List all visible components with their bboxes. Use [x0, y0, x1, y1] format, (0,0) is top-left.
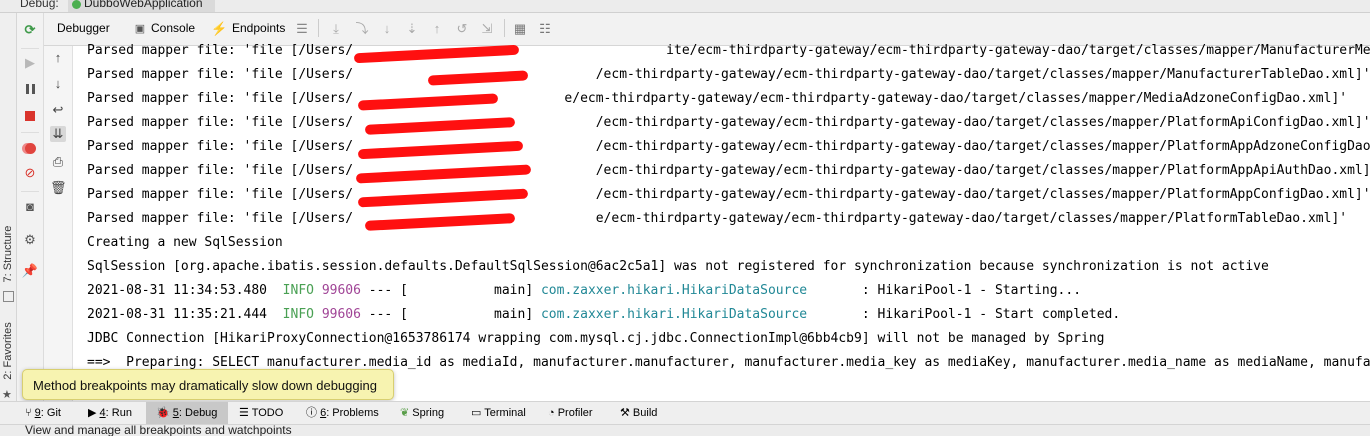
star-icon: ★: [2, 389, 12, 401]
debug-tool-button[interactable]: 🐞 5: Debug: [146, 402, 228, 424]
log-message: : HikariPool-1 - Starting...: [861, 283, 1082, 298]
scroll-to-end-icon[interactable]: ⇊: [50, 126, 66, 142]
resume-icon[interactable]: ▶: [22, 55, 38, 71]
step-out-icon[interactable]: ↑: [429, 21, 445, 37]
log-pid: 99606: [321, 283, 361, 298]
settings-icon[interactable]: ⚙: [22, 232, 38, 248]
console-line: Creating a new SqlSession: [87, 235, 283, 250]
tab-debugger[interactable]: Debugger: [57, 21, 110, 35]
endpoints-icon: ⚡: [211, 21, 228, 36]
log-timestamp: 2021-08-31 11:34:53.480: [87, 283, 268, 298]
log-level: INFO: [282, 283, 314, 298]
stop-icon[interactable]: [22, 108, 38, 124]
terminal-icon: ▭: [471, 407, 485, 419]
mute-breakpoints-icon[interactable]: ⊘: [22, 165, 38, 181]
run-config-tab-label: DubboWebApplication: [84, 0, 203, 10]
console-line: Parsed mapper file: 'file [/Users/ ite/e…: [87, 43, 1370, 58]
log-timestamp: 2021-08-31 11:35:21.444: [87, 307, 268, 322]
force-step-into-icon[interactable]: ⇣: [404, 21, 420, 37]
soft-wrap-icon[interactable]: ↩: [50, 102, 66, 118]
console-line: ==> Preparing: SELECT manufacturer.media…: [87, 355, 1370, 370]
console-output[interactable]: Parsed mapper file: 'file [/Users/ ite/e…: [73, 37, 1370, 400]
log-level: INFO: [282, 307, 314, 322]
pause-icon[interactable]: [22, 81, 38, 97]
step-into-icon[interactable]: ↓: [379, 21, 395, 37]
favorites-tool-tab[interactable]: 2: Favorites: [2, 321, 14, 381]
log-line: 2021-08-31 11:34:53.480 INFO 99606 --- […: [87, 283, 1081, 298]
build-tool-button[interactable]: ⚒ Build: [620, 402, 657, 424]
left-tool-stripe: 7: Structure 2: Favorites ★: [0, 13, 17, 401]
print-icon[interactable]: ⎙: [50, 154, 66, 170]
todo-icon: ☰: [239, 407, 252, 419]
log-pid: 99606: [321, 307, 361, 322]
profiler-tool-button[interactable]: ◔ Profiler: [548, 402, 593, 424]
scroll-up-icon[interactable]: ↑: [50, 50, 66, 66]
status-bar: View and manage all breakpoints and watc…: [0, 424, 1370, 436]
log-class-link[interactable]: com.zaxxer.hikari.HikariDataSource: [541, 307, 807, 322]
log-line: 2021-08-31 11:35:21.444 INFO 99606 --- […: [87, 307, 1120, 322]
bug-icon: 🐞: [156, 407, 173, 419]
run-to-cursor-icon[interactable]: ⇲: [479, 21, 495, 37]
console-line: Parsed mapper file: 'file [/Users/ e/ecm…: [87, 91, 1348, 106]
run-tool-button[interactable]: ▶ 4: Run: [88, 402, 132, 424]
trace-icon[interactable]: ☷: [537, 21, 553, 37]
pin-icon[interactable]: 📌: [22, 263, 38, 279]
debug-label: Debug:: [20, 0, 59, 10]
log-thread: --- [ main]: [368, 307, 534, 322]
tab-console[interactable]: Console: [151, 21, 195, 35]
scroll-down-icon[interactable]: ↓: [50, 76, 66, 92]
menu-icon[interactable]: ☰: [294, 21, 310, 37]
console-line: Parsed mapper file: 'file [/Users/ /ecm-…: [87, 187, 1370, 202]
run-config-tab[interactable]: DubboWebApplication: [68, 0, 215, 12]
log-class-link[interactable]: com.zaxxer.hikari.HikariDataSource: [541, 283, 807, 298]
view-breakpoints-icon[interactable]: [22, 140, 38, 156]
problems-icon: ⓘ: [306, 407, 321, 419]
console-line: Parsed mapper file: 'file [/Users/ /ecm-…: [87, 115, 1370, 130]
console-gutter: ↑ ↓ ↩ ⇊ ⎙ 🗑: [44, 46, 73, 401]
drop-frame-icon[interactable]: ↺: [454, 21, 470, 37]
console-line: Parsed mapper file: 'file [/Users/ /ecm-…: [87, 163, 1370, 178]
spring-tool-button[interactable]: ❦ Spring: [400, 402, 444, 424]
git-tool-button[interactable]: ⑂ 9: Git: [25, 402, 61, 424]
evaluate-expression-icon[interactable]: ▦: [512, 21, 528, 37]
breakpoint-warning-tooltip: Method breakpoints may dramatically slow…: [22, 369, 394, 400]
console-line: SqlSession [org.apache.ibatis.session.de…: [87, 259, 1269, 274]
clear-all-icon[interactable]: 🗑: [50, 180, 67, 196]
profiler-icon: ◔: [548, 407, 558, 419]
structure-icon: [3, 291, 14, 302]
run-icon: ▶: [88, 407, 100, 419]
git-icon: ⑂: [25, 407, 35, 419]
console-line: JDBC Connection [HikariProxyConnection@1…: [87, 331, 1105, 346]
tab-endpoints[interactable]: Endpoints: [232, 21, 285, 35]
tool-window-bar: ⑂ 9: Git ▶ 4: Run 🐞 5: Debug ☰ TODO ⓘ 6:…: [0, 401, 1370, 424]
show-execution-point-icon[interactable]: ⤓: [328, 21, 344, 37]
camera-icon[interactable]: ◙: [22, 199, 38, 215]
spring-icon: ❦: [400, 407, 413, 419]
spring-boot-icon: [72, 0, 81, 9]
debug-title-bar: Debug: DubboWebApplication: [0, 0, 1370, 13]
console-line: Parsed mapper file: 'file [/Users/ e/ecm…: [87, 211, 1348, 226]
todo-tool-button[interactable]: ☰ TODO: [239, 402, 283, 424]
console-line: Parsed mapper file: 'file [/Users/ /ecm-…: [87, 67, 1370, 82]
build-icon: ⚒: [620, 407, 633, 419]
log-thread: --- [ main]: [368, 283, 534, 298]
log-message: : HikariPool-1 - Start completed.: [861, 307, 1121, 322]
structure-tool-tab[interactable]: 7: Structure: [2, 224, 14, 284]
terminal-tool-button[interactable]: ▭ Terminal: [471, 402, 526, 424]
rerun-icon[interactable]: ⟳: [22, 22, 38, 38]
status-text: View and manage all breakpoints and watc…: [25, 424, 292, 436]
console-line: Parsed mapper file: 'file [/Users/ /ecm-…: [87, 139, 1370, 154]
console-icon: ▣: [134, 23, 146, 35]
debug-actions-toolbar: ⟳ ▶ ⊘ ◙ ⚙ 📌: [17, 13, 44, 401]
step-over-icon[interactable]: ⤵: [354, 21, 370, 37]
problems-tool-button[interactable]: ⓘ 6: Problems: [306, 402, 379, 424]
